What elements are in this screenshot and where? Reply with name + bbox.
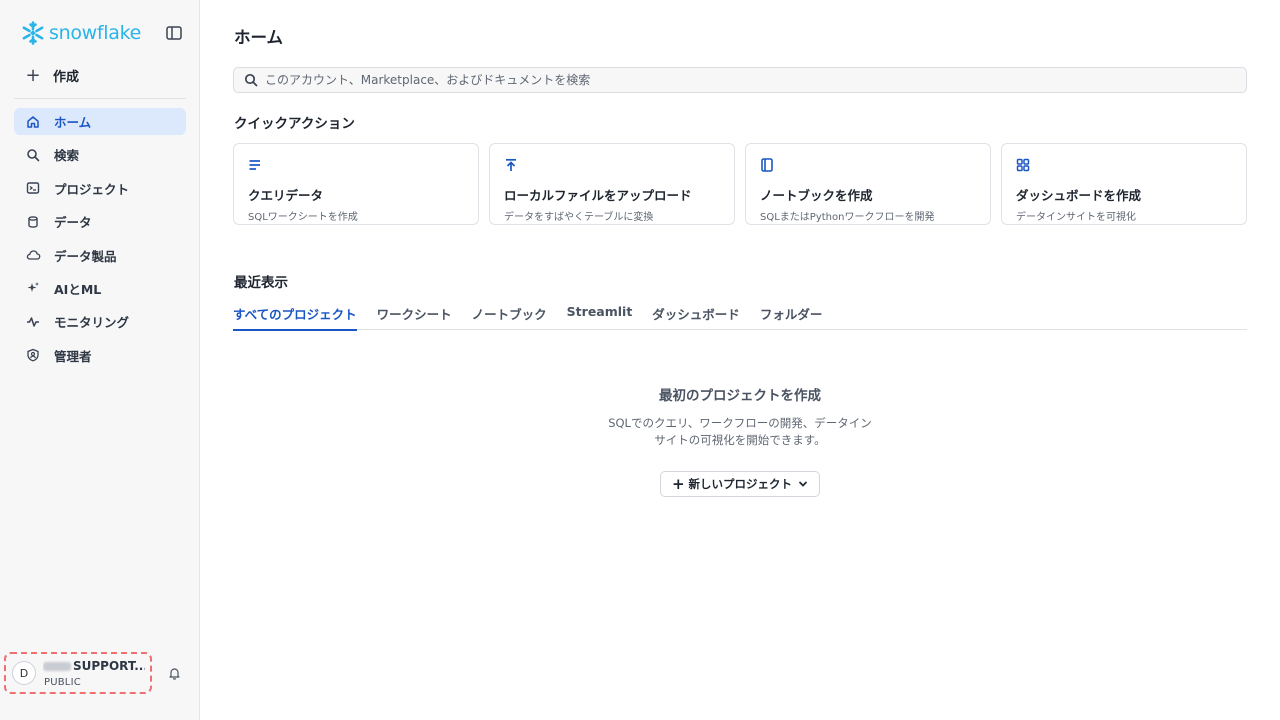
quick-action-subtitle: データインサイトを可視化: [1016, 212, 1136, 223]
sidebar-item-admin[interactable]: 管理者: [14, 342, 186, 369]
search-input[interactable]: [265, 73, 1165, 87]
search-icon: [25, 147, 41, 163]
brand-row: snowflake: [20, 18, 185, 48]
shield-user-icon: [25, 347, 41, 363]
user-menu[interactable]: D SUPPORT... PUBLIC: [4, 652, 152, 694]
sidebar-item-label: AIとML: [54, 281, 102, 297]
sidebar-nav: ホーム 検索 プロジェクト データ データ製品 AIとML モニタリング 管理者: [14, 108, 186, 375]
empty-state-title: 最初のプロジェクトを作成: [659, 388, 821, 404]
quick-action-title: ローカルファイルをアップロード: [504, 188, 692, 203]
redacted-account-name: [43, 662, 71, 671]
sidebar-item-label: プロジェクト: [54, 181, 130, 197]
bell-icon[interactable]: [167, 666, 182, 681]
plus-icon: +: [671, 474, 685, 493]
quick-action-title: ノートブックを作成: [760, 188, 873, 203]
quick-action-title: ダッシュボードを作成: [1016, 188, 1142, 203]
cloud-icon: [25, 247, 41, 263]
sidebar: snowflake + 作成 ホーム 検索 プロジェクト データ データ製品 A…: [0, 0, 200, 720]
database-icon: [25, 214, 41, 230]
avatar: D: [12, 661, 36, 685]
sidebar-item-label: 検索: [54, 148, 80, 164]
quick-action-subtitle: データをすばやくテーブルに変換: [504, 212, 654, 223]
tab-worksheets[interactable]: ワークシート: [377, 304, 452, 330]
sidebar-toggle-icon[interactable]: [165, 24, 183, 42]
empty-state-description: SQLでのクエリ、ワークフローの開発、データインサイトの可視化を開始できます。: [608, 416, 872, 447]
create-label: 作成: [53, 70, 80, 85]
recent-tabs: すべてのプロジェクト ワークシート ノートブック Streamlit ダッシュボ…: [233, 304, 1247, 331]
search-icon: [244, 73, 258, 87]
quick-action-upload-file[interactable]: ローカルファイルをアップロード データをすばやくテーブルに変換: [489, 143, 735, 225]
quick-actions-title: クイックアクション: [234, 116, 355, 132]
notebook-icon: [761, 158, 773, 172]
tab-dashboards[interactable]: ダッシュボード: [652, 304, 740, 330]
lines-icon: [249, 160, 260, 170]
sidebar-item-ai-ml[interactable]: AIとML: [14, 275, 186, 302]
page-title: ホーム: [234, 28, 284, 47]
upload-icon: [506, 158, 516, 171]
recent-title: 最近表示: [234, 275, 288, 291]
quick-action-title: クエリデータ: [248, 188, 324, 203]
main-content: ホーム クイックアクション クエリデータ SQLワークシートを作成 ローカルファ…: [200, 0, 1280, 720]
quick-action-subtitle: SQLまたはPythonワークフローを開発: [760, 212, 935, 223]
sidebar-item-label: ホーム: [54, 115, 92, 130]
new-project-label: 新しいプロジェクト: [688, 477, 793, 491]
tab-streamlit[interactable]: Streamlit: [567, 304, 633, 330]
sidebar-item-label: モニタリング: [54, 315, 130, 331]
user-role: PUBLIC: [44, 677, 81, 688]
sidebar-item-projects[interactable]: プロジェクト: [14, 175, 186, 202]
tab-all-projects[interactable]: すべてのプロジェクト: [233, 304, 357, 331]
plus-icon: +: [25, 64, 41, 86]
sidebar-item-label: データ製品: [54, 248, 117, 264]
user-name-text: SUPPORT...: [73, 659, 145, 673]
create-button[interactable]: + 作成: [24, 66, 79, 85]
quick-action-create-notebook[interactable]: ノートブックを作成 SQLまたはPythonワークフローを開発: [745, 143, 991, 225]
search-bar[interactable]: [233, 67, 1247, 93]
terminal-icon: [25, 180, 41, 196]
sidebar-item-monitoring[interactable]: モニタリング: [14, 308, 186, 335]
brand-name: snowflake: [49, 22, 142, 44]
sidebar-item-home[interactable]: ホーム: [14, 108, 186, 135]
quick-action-subtitle: SQLワークシートを作成: [248, 212, 358, 223]
quick-action-create-dashboard[interactable]: ダッシュボードを作成 データインサイトを可視化: [1001, 143, 1247, 225]
snowflake-logo-icon: [22, 21, 44, 45]
activity-icon: [25, 314, 41, 330]
home-icon: [25, 114, 41, 130]
quick-action-query-data[interactable]: クエリデータ SQLワークシートを作成: [233, 143, 479, 225]
tab-folders[interactable]: フォルダー: [760, 304, 823, 330]
quick-actions: クエリデータ SQLワークシートを作成 ローカルファイルをアップロード データを…: [233, 143, 1247, 225]
sidebar-item-label: 管理者: [54, 348, 92, 364]
sidebar-item-search[interactable]: 検索: [14, 141, 186, 168]
new-project-button[interactable]: + 新しいプロジェクト: [660, 471, 820, 497]
tab-notebooks[interactable]: ノートブック: [472, 304, 547, 330]
sidebar-item-data[interactable]: データ: [14, 208, 186, 235]
sidebar-divider: [14, 98, 186, 99]
user-name: SUPPORT...: [43, 659, 145, 673]
dashboard-grid-icon: [1016, 158, 1030, 172]
sidebar-item-label: データ: [54, 215, 92, 231]
chevron-down-icon: [798, 481, 808, 487]
sparkle-icon: [25, 280, 41, 296]
sidebar-item-data-products[interactable]: データ製品: [14, 242, 186, 269]
